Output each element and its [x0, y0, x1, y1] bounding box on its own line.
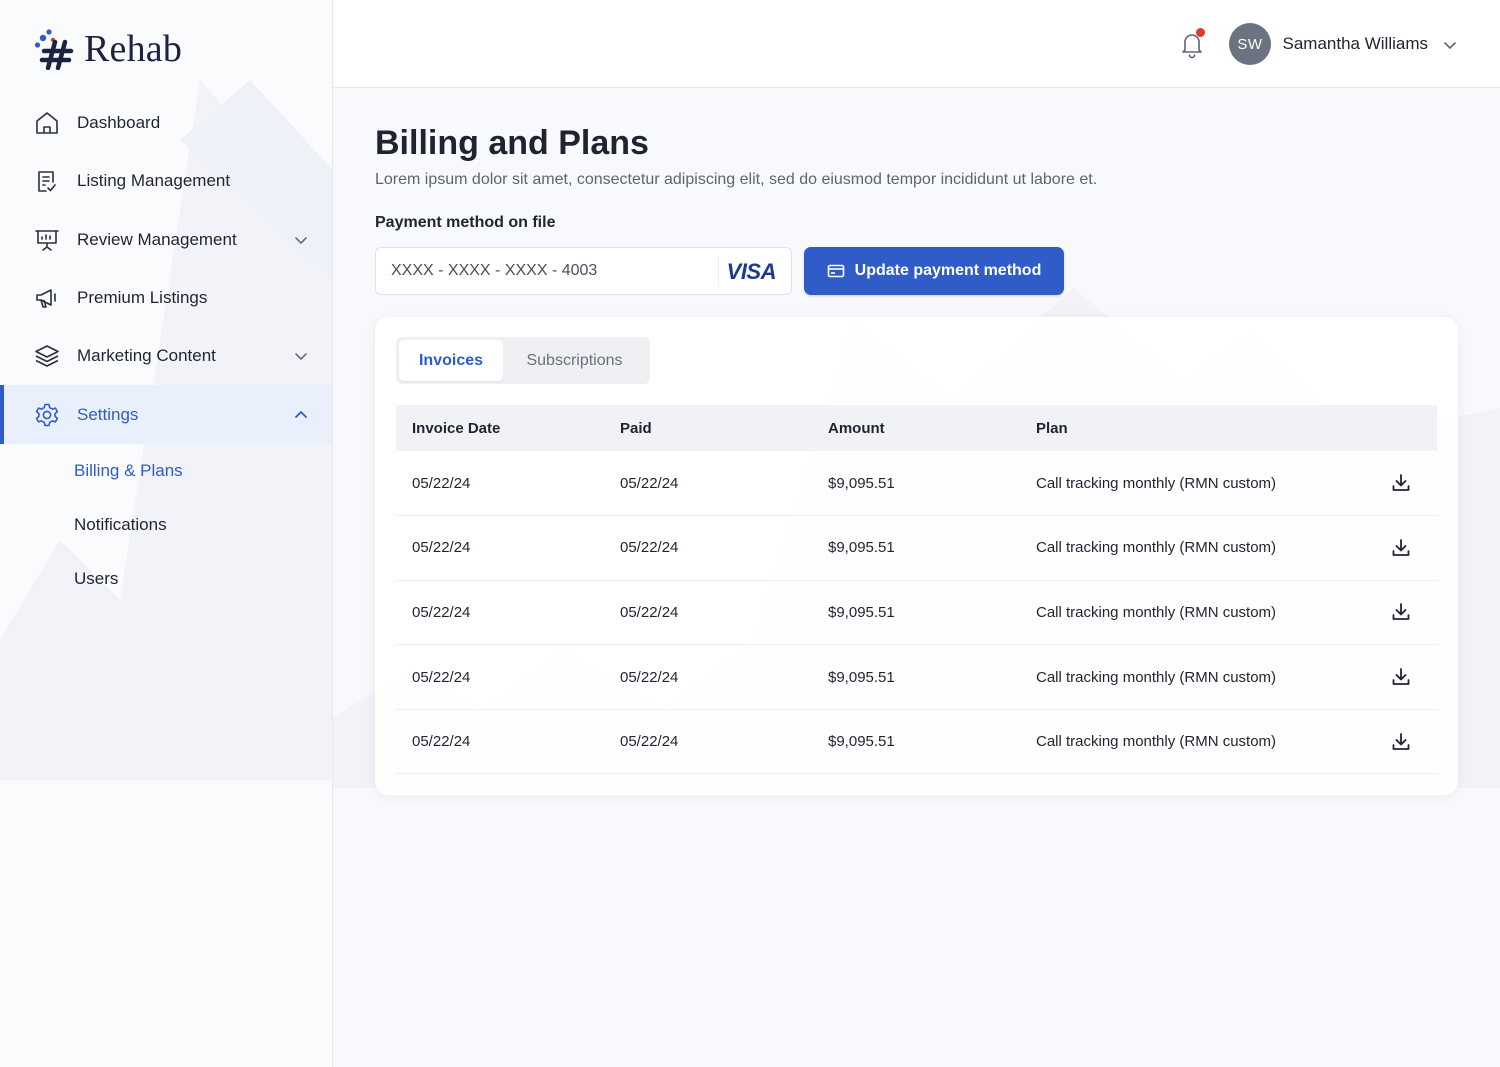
payment-card-field[interactable]: XXXX - XXXX - XXXX - 4003 VISA — [375, 247, 792, 295]
sidebar-item-listing-management[interactable]: Listing Management — [0, 152, 332, 210]
avatar[interactable]: SW — [1229, 23, 1271, 65]
table-row: 05/22/24 05/22/24 $9,095.51 Call trackin… — [396, 645, 1437, 710]
chevron-up-icon[interactable] — [293, 407, 309, 423]
table-header-row: Invoice Date Paid Amount Plan — [396, 405, 1437, 451]
visa-logo-icon: VISA — [726, 259, 777, 284]
invoice-date-cell: 05/22/24 — [412, 474, 471, 492]
sidebar-item-dashboard[interactable]: Dashboard — [0, 94, 332, 152]
download-icon[interactable] — [1391, 602, 1411, 622]
invoice-date-cell: 05/22/24 — [412, 603, 471, 621]
sidebar-item-label: Listing Management — [77, 171, 231, 191]
notifications-button[interactable] — [1178, 28, 1206, 59]
download-icon[interactable] — [1391, 538, 1411, 558]
paid-date-cell: 05/22/24 — [620, 733, 679, 751]
column-header-paid[interactable]: Paid — [604, 405, 812, 451]
invoice-date-cell: 05/22/24 — [412, 539, 471, 557]
page-title: Billing and Plans — [375, 124, 649, 162]
table-row: 05/22/24 05/22/24 $9,095.51 Call trackin… — [396, 516, 1437, 581]
main-content: Billing and Plans Lorem ipsum dolor sit … — [333, 88, 1500, 1067]
sidebar-subitem-users[interactable]: Users — [0, 552, 332, 606]
column-header-amount[interactable]: Amount — [812, 405, 1020, 451]
plan-cell: Call tracking monthly (RMN custom) — [1036, 539, 1277, 557]
sidebar-subitem-notifications[interactable]: Notifications — [0, 498, 332, 552]
sidebar-item-label: Dashboard — [77, 113, 161, 133]
paid-date-cell: 05/22/24 — [620, 668, 679, 686]
user-name[interactable]: Samantha Williams — [1283, 34, 1429, 54]
invoices-table: Invoice Date Paid Amount Plan 05/22/24 0… — [396, 405, 1437, 774]
divider — [718, 256, 719, 286]
amount-cell: $9,095.51 — [828, 539, 895, 557]
sidebar-subitem-billing-plans[interactable]: Billing & Plans — [0, 444, 332, 498]
paid-date-cell: 05/22/24 — [620, 603, 679, 621]
chevron-down-icon[interactable] — [1442, 37, 1458, 53]
payment-method-label: Payment method on file — [375, 214, 556, 231]
invoice-date-cell: 05/22/24 — [412, 668, 471, 686]
download-cell — [1360, 516, 1437, 581]
download-icon[interactable] — [1391, 732, 1411, 752]
sidebar-nav: Dashboard Listing Management Review Mana… — [0, 94, 332, 606]
paid-date-cell: 05/22/24 — [620, 539, 679, 557]
download-cell — [1360, 451, 1437, 516]
tab-subscriptions[interactable]: Subscriptions — [503, 340, 646, 381]
document-check-icon — [38, 171, 56, 193]
settings-subnav: Billing & Plans Notifications Users — [0, 444, 332, 606]
sidebar-item-label: Settings — [77, 404, 139, 424]
download-icon[interactable] — [1391, 473, 1411, 493]
layers-icon — [35, 345, 59, 368]
sidebar-item-settings[interactable]: Settings — [0, 385, 332, 445]
update-payment-method-button[interactable]: Update payment method — [804, 247, 1064, 295]
download-cell — [1360, 645, 1437, 710]
billing-tabs: Invoices Subscriptions — [396, 337, 650, 384]
download-icon[interactable] — [1391, 667, 1411, 687]
column-header-invoice-date[interactable]: Invoice Date — [396, 405, 604, 451]
plan-cell: Call tracking monthly (RMN custom) — [1036, 668, 1277, 686]
sidebar-item-marketing-content[interactable]: Marketing Content — [0, 327, 332, 385]
amount-cell: $9,095.51 — [828, 733, 895, 751]
plan-cell: Call tracking monthly (RMN custom) — [1036, 603, 1277, 621]
billing-panel: Invoices Subscriptions Invoice Date Paid… — [375, 317, 1458, 795]
sidebar-item-label: Premium Listings — [77, 288, 208, 308]
column-header-actions — [1360, 405, 1437, 451]
plan-cell: Call tracking monthly (RMN custom) — [1036, 474, 1277, 492]
chevron-down-icon[interactable] — [293, 348, 309, 364]
notification-dot — [1196, 28, 1205, 37]
sidebar: Rehab Dashboard Listing Management Revie… — [0, 0, 333, 1067]
logo-mark-icon — [34, 29, 74, 70]
download-cell — [1360, 580, 1437, 645]
card-number: XXXX - XXXX - XXXX - 4003 — [391, 262, 598, 279]
amount-cell: $9,095.51 — [828, 603, 895, 621]
amount-cell: $9,095.51 — [828, 474, 895, 492]
top-bar: SW Samantha Williams — [333, 0, 1500, 88]
presentation-icon — [35, 229, 59, 251]
credit-card-icon — [827, 264, 844, 278]
column-header-plan[interactable]: Plan — [1020, 405, 1360, 451]
brand-logo[interactable]: Rehab — [34, 26, 182, 72]
sidebar-item-label: Review Management — [77, 229, 237, 249]
brand-name: Rehab — [84, 28, 183, 70]
megaphone-icon — [36, 289, 56, 308]
sidebar-item-premium-listings[interactable]: Premium Listings — [0, 269, 332, 327]
tab-invoices[interactable]: Invoices — [399, 340, 503, 381]
sidebar-item-label: Marketing Content — [77, 346, 216, 366]
table-row: 05/22/24 05/22/24 $9,095.51 Call trackin… — [396, 451, 1437, 516]
update-payment-method-label: Update payment method — [854, 262, 1042, 279]
paid-date-cell: 05/22/24 — [620, 474, 679, 492]
home-icon — [36, 112, 58, 134]
page-description: Lorem ipsum dolor sit amet, consectetur … — [375, 171, 1098, 188]
amount-cell: $9,095.51 — [828, 668, 895, 686]
invoice-date-cell: 05/22/24 — [412, 733, 471, 751]
plan-cell: Call tracking monthly (RMN custom) — [1036, 733, 1277, 751]
table-row: 05/22/24 05/22/24 $9,095.51 Call trackin… — [396, 709, 1437, 774]
download-cell — [1360, 709, 1437, 774]
gear-icon — [35, 403, 59, 426]
chevron-down-icon[interactable] — [293, 232, 309, 248]
table-row: 05/22/24 05/22/24 $9,095.51 Call trackin… — [396, 580, 1437, 645]
sidebar-item-review-management[interactable]: Review Management — [0, 211, 332, 269]
